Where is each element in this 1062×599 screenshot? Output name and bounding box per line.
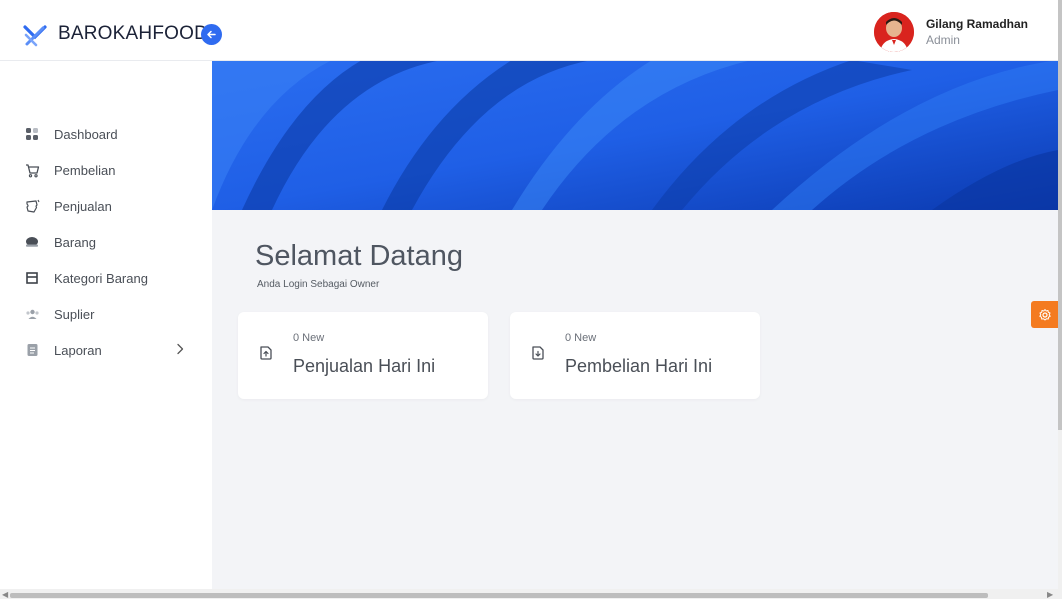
avatar-image	[873, 12, 914, 52]
sidebar-item-label: Laporan	[54, 342, 102, 358]
sidebar-item-label: Kategori Barang	[54, 270, 148, 286]
chevron-right-icon	[177, 343, 184, 355]
sidebar-item-barang[interactable]: Barang	[0, 224, 212, 260]
file-download-icon	[532, 346, 544, 360]
sidebar: Dashboard Pembelian Penjualan Barang Kat…	[0, 60, 212, 599]
arrow-left-icon	[207, 30, 216, 39]
gear-icon	[1038, 308, 1051, 320]
top-header: BAROKAHFOOD Gilang Ramadhan Admin	[0, 0, 1058, 61]
user-name: Gilang Ramadhan	[925, 17, 1028, 31]
brand-name: BAROKAHFOOD	[58, 23, 208, 44]
sidebar-item-label: Barang	[54, 234, 96, 250]
sidebar-item-dashboard[interactable]: Dashboard	[0, 116, 212, 152]
vertical-scrollbar-thumb[interactable]	[1058, 0, 1062, 430]
users-icon	[24, 306, 40, 322]
sidebar-item-label: Penjualan	[54, 198, 112, 214]
card-title: Pembelian Hari Ini	[565, 356, 713, 376]
horizontal-scrollbar-thumb[interactable]	[10, 593, 988, 598]
sidebar-item-kategori-barang[interactable]: Kategori Barang	[0, 260, 212, 296]
sidebar-item-label: Pembelian	[54, 162, 116, 178]
sidebar-item-label: Suplier	[54, 306, 95, 322]
sidebar-item-suplier[interactable]: Suplier	[0, 296, 212, 332]
scroll-left-arrow-icon[interactable]: ◀	[2, 590, 8, 599]
card-pembelian-hari-ini[interactable]: 0 New Pembelian Hari Ini	[510, 312, 760, 399]
sidebar-nav: Dashboard Pembelian Penjualan Barang Kat…	[0, 116, 212, 368]
user-role: Admin	[925, 33, 960, 47]
banner-background	[212, 60, 1058, 210]
page-title: Selamat Datang	[255, 240, 463, 272]
sidebar-collapse-button[interactable]	[201, 24, 222, 45]
card-count: 0 New	[293, 332, 325, 344]
hero-banner	[212, 60, 1058, 210]
dashboard-icon	[24, 126, 40, 142]
card-count: 0 New	[565, 332, 597, 344]
category-icon	[24, 270, 40, 286]
box-icon	[24, 234, 40, 250]
report-icon	[24, 342, 40, 358]
scroll-right-arrow-icon[interactable]: ▶	[1047, 590, 1053, 599]
user-menu[interactable]: Gilang Ramadhan Admin	[873, 12, 1028, 52]
sidebar-item-penjualan[interactable]: Penjualan	[0, 188, 212, 224]
ticket-icon	[24, 198, 40, 214]
cart-icon	[24, 162, 40, 178]
theme-settings-button[interactable]	[1031, 301, 1058, 328]
sidebar-item-pembelian[interactable]: Pembelian	[0, 152, 212, 188]
sidebar-item-label: Dashboard	[54, 126, 118, 142]
sidebar-item-laporan[interactable]: Laporan	[0, 332, 212, 368]
brand-logo-icon	[23, 25, 47, 47]
card-penjualan-hari-ini[interactable]: 0 New Penjualan Hari Ini	[238, 312, 488, 399]
brand[interactable]: BAROKAHFOOD	[22, 21, 208, 47]
page-subtitle: Anda Login Sebagai Owner	[257, 279, 380, 290]
file-upload-icon	[260, 346, 272, 360]
avatar[interactable]	[873, 12, 914, 52]
card-title: Penjualan Hari Ini	[293, 356, 436, 376]
